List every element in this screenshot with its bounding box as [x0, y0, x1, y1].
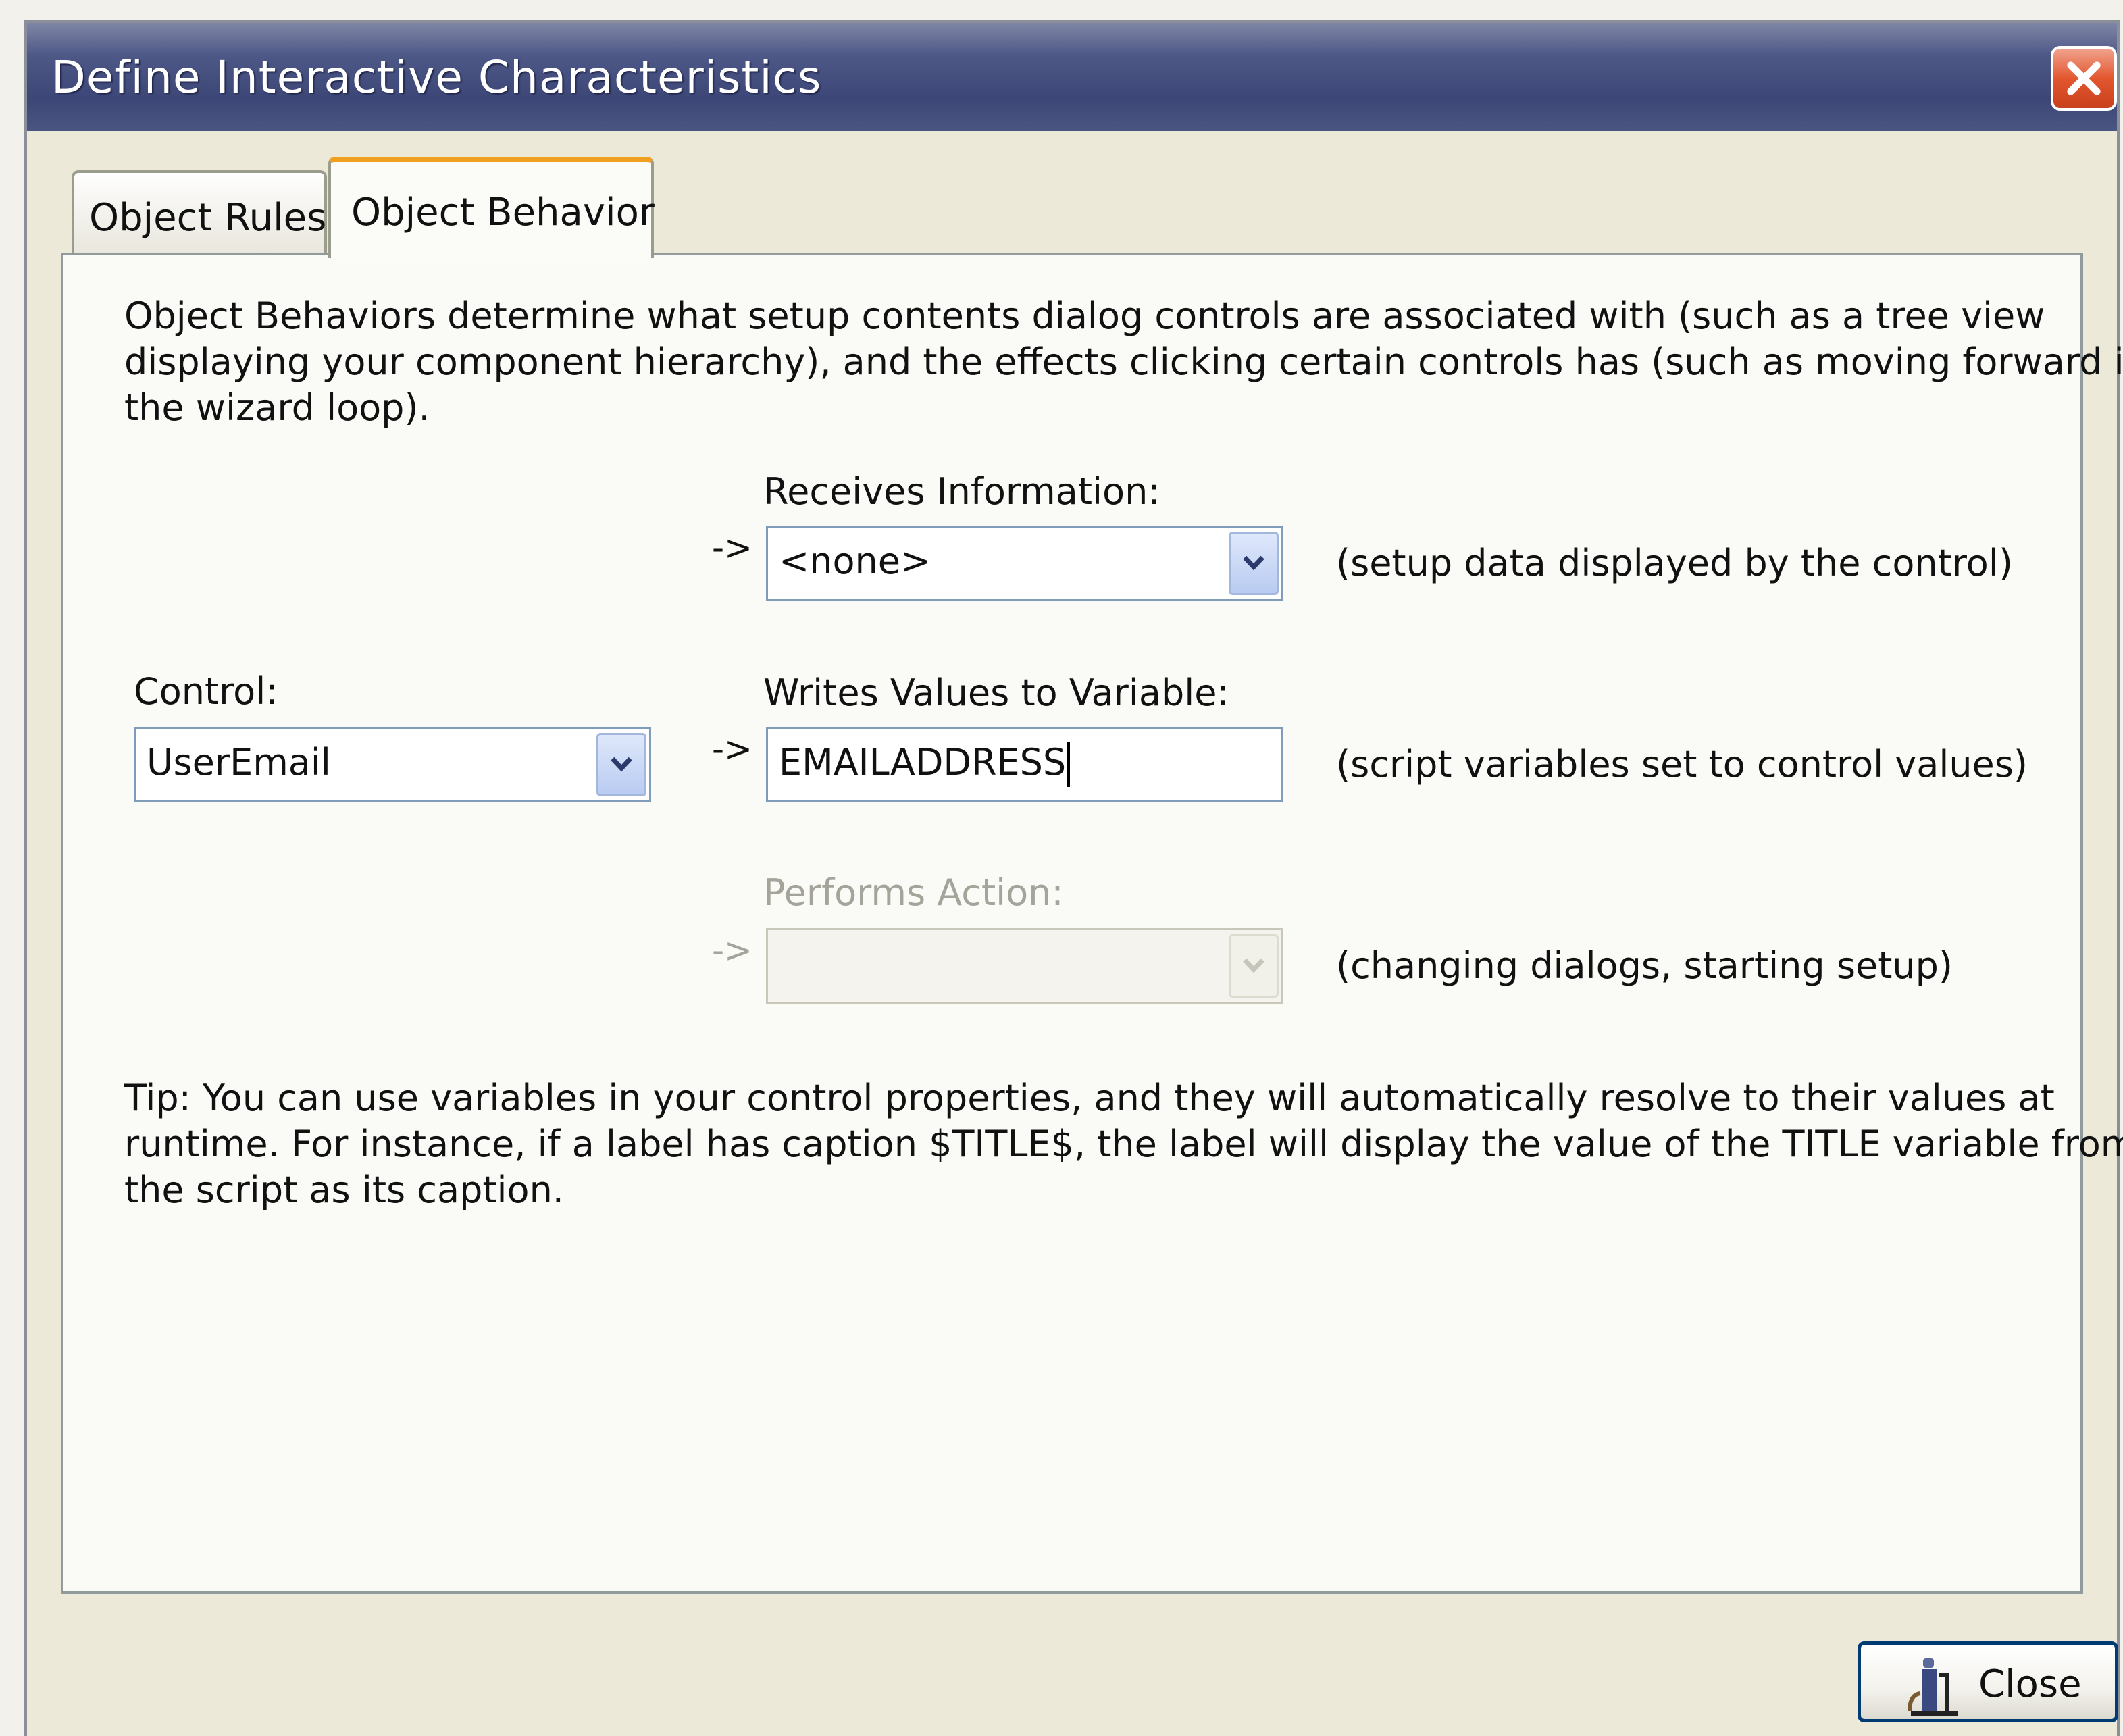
receives-information-dropdown[interactable]: <none>	[766, 526, 1283, 601]
description-line: the wizard loop).	[124, 386, 430, 429]
control-label: Control:	[134, 670, 278, 713]
tab-panel-object-behavior: Object Behaviors determine what setup co…	[61, 253, 2123, 1594]
tab-object-behavior[interactable]: Object Behavior	[328, 157, 655, 258]
chevron-down-icon[interactable]	[1229, 532, 1279, 595]
performs-arrow: ->	[712, 931, 752, 970]
tip-line: Tip: You can use variables in your contr…	[124, 1077, 2055, 1119]
performs-action-dropdown	[766, 928, 1283, 1004]
title-bar[interactable]: Define Interactive Characteristics	[27, 23, 2117, 131]
receives-arrow: ->	[712, 528, 752, 567]
tip-text: Tip: You can use variables in your contr…	[124, 1075, 2123, 1213]
writes-values-input[interactable]: EMAILADDRESS	[766, 727, 1283, 802]
receives-information-value: <none>	[779, 540, 931, 582]
tab-object-rules-label: Object Rules	[89, 196, 327, 240]
performs-action-label: Performs Action:	[763, 871, 1064, 914]
close-x-glyph	[2067, 61, 2101, 95]
dialog-window: Define Interactive Characteristics Objec…	[24, 20, 2123, 1736]
control-value: UserEmail	[147, 741, 331, 784]
description-line: Object Behaviors determine what setup co…	[124, 295, 2045, 337]
tip-line: runtime. For instance, if a label has ca…	[124, 1123, 2123, 1165]
writes-values-note: (script variables set to control values)	[1336, 743, 2028, 786]
chevron-down-icon[interactable]	[596, 733, 646, 796]
door-exit-icon	[1908, 1658, 1958, 1716]
close-button[interactable]: Close	[1858, 1641, 2118, 1722]
tab-object-rules[interactable]: Object Rules	[72, 170, 327, 255]
description-line: displaying your component hierarchy), an…	[124, 340, 2123, 383]
close-button-label: Close	[1978, 1662, 2082, 1706]
tip-line: the script as its caption.	[124, 1169, 564, 1211]
writes-arrow: ->	[712, 730, 752, 769]
writes-values-value: EMAILADDRESS	[779, 741, 1067, 784]
tab-object-behavior-label: Object Behavior	[351, 190, 655, 234]
receives-information-label: Receives Information:	[763, 470, 1160, 513]
text-caret	[1067, 742, 1071, 788]
performs-action-note: (changing dialogs, starting setup)	[1336, 944, 1953, 987]
receives-information-note: (setup data displayed by the control)	[1336, 542, 2013, 584]
window-title: Define Interactive Characteristics	[51, 51, 822, 103]
description-text: Object Behaviors determine what setup co…	[124, 293, 2123, 431]
control-dropdown[interactable]: UserEmail	[134, 727, 651, 802]
chevron-down-icon	[1229, 934, 1279, 998]
close-x-icon[interactable]	[2051, 46, 2117, 111]
writes-values-label: Writes Values to Variable:	[763, 671, 1229, 714]
